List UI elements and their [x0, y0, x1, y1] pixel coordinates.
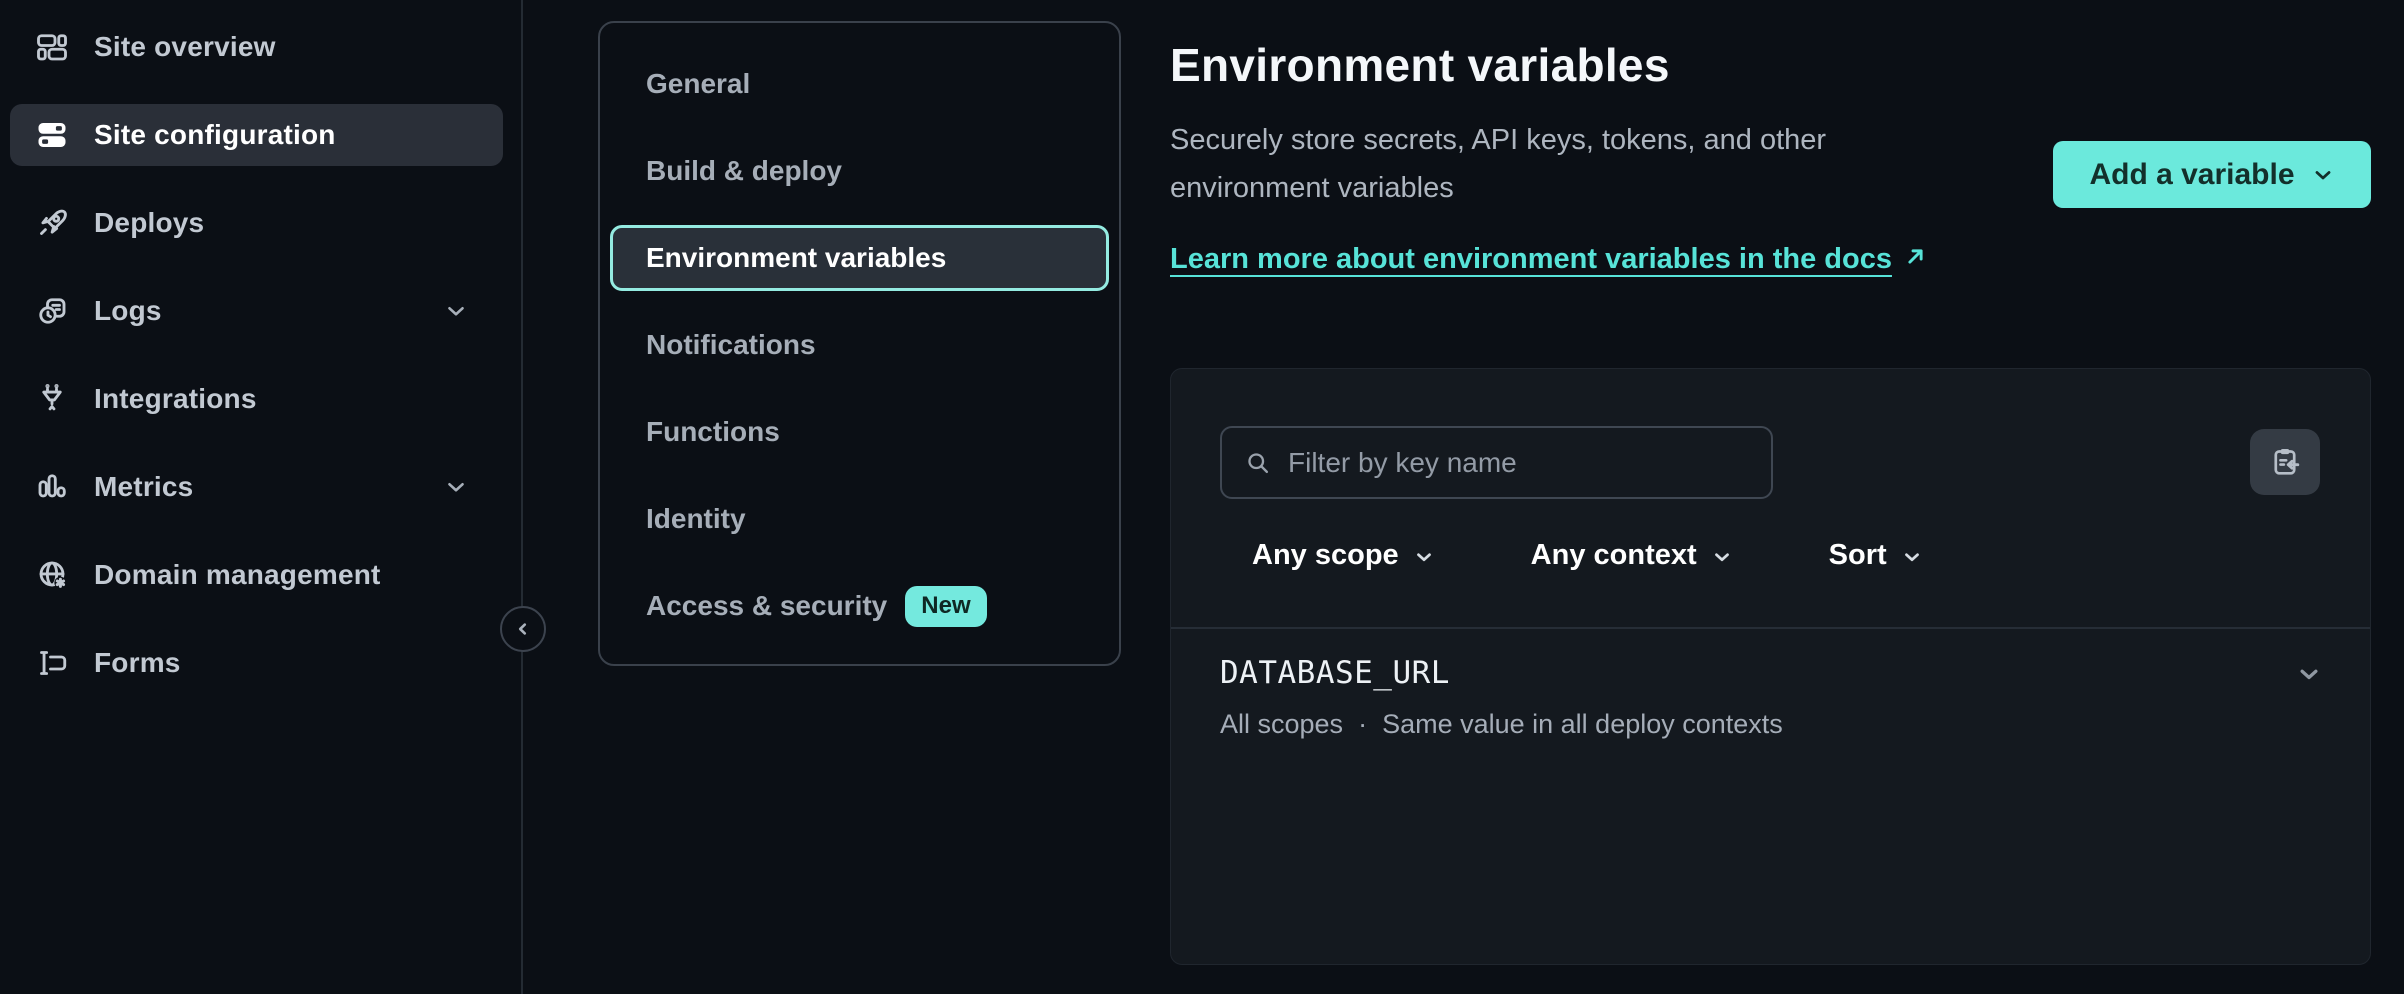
add-variable-button[interactable]: Add a variable: [2053, 141, 2371, 208]
sidebar-item-label: Logs: [94, 295, 162, 327]
globe-icon: [34, 557, 70, 593]
env-variable-row[interactable]: DATABASE_URL All scopes · Same value in …: [1220, 655, 2326, 740]
expand-variable-chevron-icon[interactable]: [2294, 659, 2324, 689]
chevron-down-icon: [443, 298, 469, 324]
sidebar-item-label: Integrations: [94, 383, 257, 415]
menu-item-label: Build & deploy: [646, 155, 842, 187]
form-input-icon: [34, 645, 70, 681]
menu-item-label: Identity: [646, 503, 746, 535]
grid-icon: [34, 29, 70, 65]
main-header: Environment variables Securely store sec…: [1170, 0, 2040, 284]
sidebar: Site overview Site configuration: [0, 0, 523, 994]
panel-divider: [1171, 627, 2370, 629]
context-filter-label: Any context: [1531, 539, 1697, 572]
external-link-icon: [1902, 243, 1929, 270]
menu-item-label: Notifications: [646, 329, 816, 361]
settings-item-functions[interactable]: Functions: [610, 399, 1109, 465]
filter-by-key-name-input[interactable]: [1288, 447, 1749, 479]
sidebar-item-site-configuration[interactable]: Site configuration: [10, 104, 503, 166]
filters-row: Any scope Any context Sort: [1252, 529, 1923, 581]
import-env-variables-button[interactable]: [2250, 429, 2320, 495]
search-icon: [1244, 449, 1272, 477]
settings-item-access-security[interactable]: Access & security New: [610, 573, 1109, 639]
sidebar-item-label: Metrics: [94, 471, 193, 503]
env-variable-scopes: All scopes: [1220, 709, 1343, 740]
settings-item-environment-variables[interactable]: Environment variables: [610, 225, 1109, 291]
chevron-down-icon: [1901, 546, 1923, 568]
server-icon: [34, 117, 70, 153]
env-variable-key: DATABASE_URL: [1220, 655, 2326, 691]
collapse-sidebar-button[interactable]: [500, 606, 546, 652]
menu-item-label: Functions: [646, 416, 780, 448]
bar-chart-icon: [34, 469, 70, 505]
settings-submenu: General Build & deploy Environment varia…: [598, 21, 1121, 666]
scope-filter-label: Any scope: [1252, 539, 1399, 572]
new-badge: New: [905, 586, 986, 627]
settings-item-notifications[interactable]: Notifications: [610, 312, 1109, 378]
sort-label: Sort: [1829, 539, 1887, 572]
add-variable-button-label: Add a variable: [2089, 158, 2294, 192]
app-root: Site overview Site configuration: [0, 0, 2404, 994]
sidebar-item-site-overview[interactable]: Site overview: [10, 16, 503, 78]
scope-filter-dropdown[interactable]: Any scope: [1252, 539, 1435, 572]
context-filter-dropdown[interactable]: Any context: [1531, 539, 1733, 572]
docs-link-label: Learn more about environment variables i…: [1170, 243, 1892, 275]
plug-icon: [34, 381, 70, 417]
env-variable-meta: All scopes · Same value in all deploy co…: [1220, 709, 2326, 740]
clipboard-import-icon: [2268, 445, 2302, 479]
sidebar-item-label: Site configuration: [94, 119, 336, 151]
sidebar-item-label: Deploys: [94, 207, 204, 239]
chevron-down-icon: [443, 474, 469, 500]
sidebar-item-label: Site overview: [94, 31, 276, 63]
sidebar-item-deploys[interactable]: Deploys: [10, 192, 503, 254]
rocket-icon: [34, 205, 70, 241]
docs-link[interactable]: Learn more about environment variables i…: [1170, 234, 1929, 284]
sidebar-item-label: Domain management: [94, 559, 381, 591]
menu-item-label: Environment variables: [646, 242, 946, 274]
menu-item-label: Access & security: [646, 590, 887, 622]
sidebar-item-logs[interactable]: Logs: [10, 280, 503, 342]
page-title: Environment variables: [1170, 38, 2040, 92]
sidebar-item-label: Forms: [94, 647, 181, 679]
settings-item-build-deploy[interactable]: Build & deploy: [610, 138, 1109, 204]
logs-clock-icon: [34, 293, 70, 329]
sidebar-item-metrics[interactable]: Metrics: [10, 456, 503, 518]
filter-input-wrapper: [1220, 426, 1773, 499]
chevron-down-icon: [2311, 163, 2335, 187]
sidebar-item-domain-management[interactable]: Domain management: [10, 544, 503, 606]
sidebar-item-integrations[interactable]: Integrations: [10, 368, 503, 430]
meta-separator: ·: [1358, 709, 1367, 740]
env-variable-contexts: Same value in all deploy contexts: [1382, 709, 1783, 740]
page-subtitle: Securely store secrets, API keys, tokens…: [1170, 116, 1960, 212]
chevron-down-icon: [1413, 546, 1435, 568]
settings-item-general[interactable]: General: [610, 51, 1109, 117]
sidebar-item-forms[interactable]: Forms: [10, 632, 503, 694]
chevron-down-icon: [1711, 546, 1733, 568]
sort-dropdown[interactable]: Sort: [1829, 539, 1923, 572]
settings-item-identity[interactable]: Identity: [610, 486, 1109, 552]
menu-item-label: General: [646, 68, 750, 100]
environment-variables-panel: Any scope Any context Sort DATABASE_URL: [1170, 368, 2371, 965]
chevron-left-icon: [511, 617, 535, 641]
